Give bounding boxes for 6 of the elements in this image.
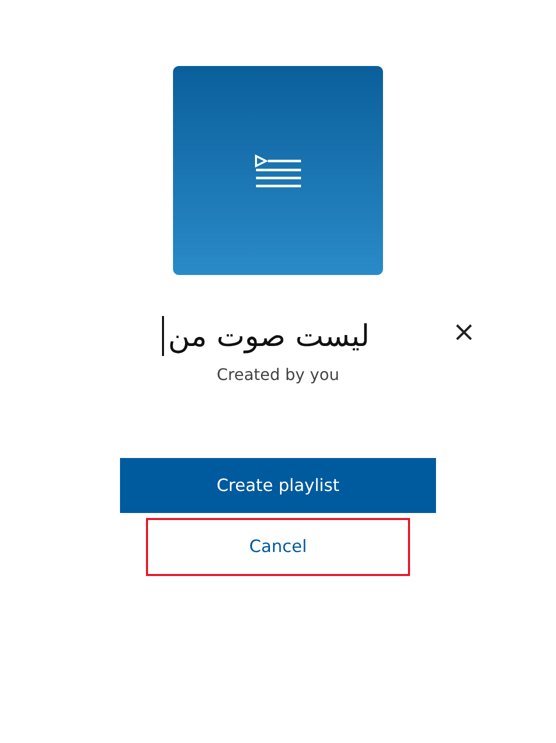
cancel-button[interactable]: Cancel xyxy=(146,518,410,576)
playlist-name-field[interactable]: لیست صوت من xyxy=(162,309,394,363)
created-by-text: Created by you xyxy=(216,365,340,384)
close-button[interactable]: × xyxy=(452,317,476,347)
create-playlist-button[interactable]: Create playlist xyxy=(120,458,436,513)
playlist-icon xyxy=(254,154,302,188)
